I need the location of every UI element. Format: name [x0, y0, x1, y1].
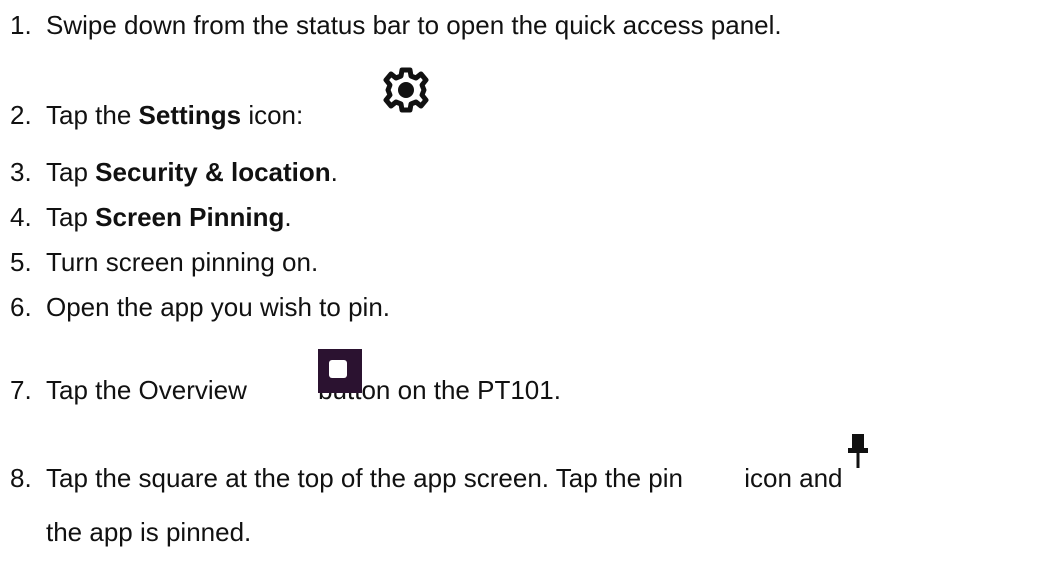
- step-number: 1.: [10, 10, 32, 40]
- instruction-list: 1. Swipe down from the status bar to open…: [0, 0, 1043, 571]
- step-text: Open the app you wish to pin.: [46, 292, 391, 322]
- step-8-continuation: the app is pinned.: [46, 517, 251, 547]
- step-3: 3. Tap Security & location.: [10, 157, 338, 187]
- step-number: 3.: [10, 157, 32, 187]
- step-number: 8.: [10, 463, 32, 493]
- step-text-pre: Tap the Overview: [46, 375, 255, 405]
- step-text-post: .: [284, 202, 292, 232]
- step-6: 6. Open the app you wish to pin.: [10, 292, 390, 322]
- step-text: Turn screen pinning on.: [46, 247, 319, 277]
- step-1: 1. Swipe down from the status bar to open…: [10, 10, 782, 40]
- step-text-post: icon and: [744, 463, 843, 493]
- overview-square-icon: [318, 349, 362, 393]
- step-number: 7.: [10, 375, 32, 405]
- step-5: 5. Turn screen pinning on.: [10, 247, 318, 277]
- step-number: 5.: [10, 247, 32, 277]
- step-2: 2. Tap the Settings icon:: [10, 100, 303, 130]
- step-4: 4. Tap Screen Pinning.: [10, 202, 292, 232]
- step-8: 8. Tap the square at the top of the app s…: [10, 463, 843, 493]
- screen-pinning-label: Screen Pinning: [95, 202, 285, 232]
- pin-icon: [845, 433, 871, 469]
- step-text-continuation: the app is pinned.: [46, 517, 252, 547]
- step-text-pre: Tap the square at the top of the app scr…: [46, 463, 691, 493]
- step-text: Swipe down from the status bar to open t…: [46, 10, 782, 40]
- settings-label: Settings: [138, 100, 242, 130]
- gear-icon: [382, 66, 430, 114]
- step-number: 2.: [10, 100, 32, 130]
- step-text-post: icon:: [241, 100, 304, 130]
- step-text-post: .: [330, 157, 338, 187]
- step-number: 6.: [10, 292, 32, 322]
- step-7: 7. Tap the Overview button on the PT101.: [10, 375, 561, 405]
- step-number: 4.: [10, 202, 32, 232]
- security-location-label: Security & location: [95, 157, 331, 187]
- step-text-pre: Tap: [46, 157, 96, 187]
- step-text-pre: Tap: [46, 202, 96, 232]
- step-text-pre: Tap the: [46, 100, 139, 130]
